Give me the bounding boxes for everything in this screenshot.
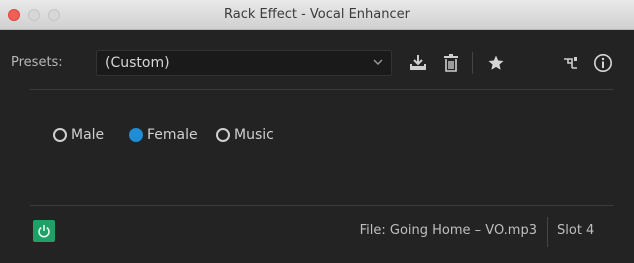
radio-male[interactable]: Male <box>53 125 104 145</box>
radio-button-icon <box>216 128 230 142</box>
window-title: Rack Effect - Vocal Enhancer <box>224 7 410 22</box>
presets-label: Presets: <box>11 55 63 70</box>
radio-button-selected-icon <box>129 128 143 142</box>
chevron-down-icon <box>373 59 383 65</box>
title-bar[interactable]: Rack Effect - Vocal Enhancer <box>0 0 634 30</box>
star-icon <box>488 55 504 70</box>
routing-icon <box>564 57 577 69</box>
radio-female[interactable]: Female <box>129 125 198 145</box>
radio-music[interactable]: Music <box>216 125 274 145</box>
favorite-button[interactable] <box>484 50 508 76</box>
power-toggle-button[interactable] <box>33 220 55 242</box>
file-name-label: File: Going Home – VO.mp3 <box>359 223 537 238</box>
rack-effect-window: Rack Effect - Vocal Enhancer Presets: (C… <box>0 0 634 263</box>
info-icon <box>594 54 612 72</box>
power-icon <box>38 225 50 238</box>
slot-label: Slot 4 <box>557 223 595 238</box>
trash-icon <box>444 54 458 72</box>
info-button[interactable] <box>591 50 615 76</box>
preset-value: (Custom) <box>105 55 170 71</box>
toolbar-divider <box>472 52 473 74</box>
routing-button[interactable] <box>559 50 583 76</box>
delete-preset-button[interactable] <box>439 50 463 76</box>
divider-top <box>30 89 614 90</box>
radio-button-icon <box>53 128 67 142</box>
radio-male-label: Male <box>71 127 105 143</box>
divider-bottom <box>30 205 614 206</box>
download-icon <box>410 55 426 70</box>
preset-dropdown[interactable]: (Custom) <box>96 50 392 76</box>
save-preset-button[interactable] <box>406 50 430 76</box>
status-divider <box>547 217 548 247</box>
radio-music-label: Music <box>234 127 274 143</box>
radio-female-label: Female <box>147 127 198 143</box>
